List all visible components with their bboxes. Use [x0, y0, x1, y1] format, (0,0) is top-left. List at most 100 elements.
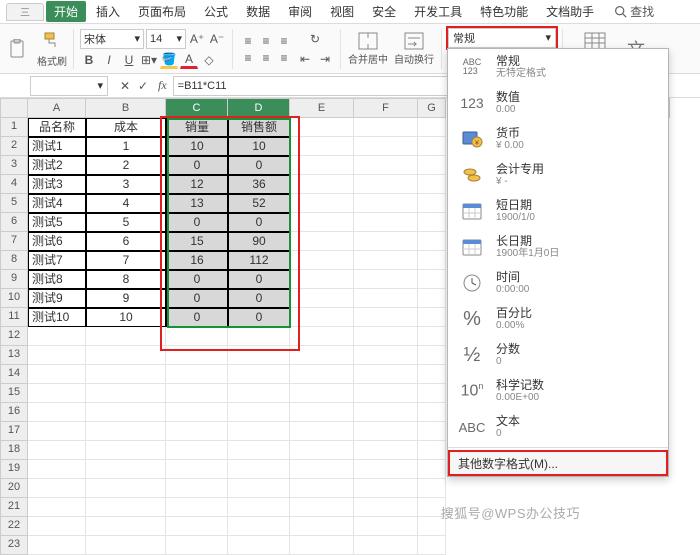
cell[interactable]: 0	[166, 289, 228, 308]
cell[interactable]	[290, 175, 354, 194]
cell[interactable]	[290, 479, 354, 498]
cell[interactable]	[418, 137, 446, 156]
font-color-icon[interactable]: A	[180, 51, 198, 69]
cell[interactable]	[354, 327, 418, 346]
cancel-formula-icon[interactable]: ✕	[116, 77, 134, 95]
cell[interactable]	[166, 479, 228, 498]
row-header[interactable]: 9	[0, 270, 28, 289]
cell[interactable]	[418, 536, 446, 555]
decrease-indent-icon[interactable]: ⇤	[296, 50, 314, 68]
cell[interactable]	[28, 479, 86, 498]
row-header[interactable]: 6	[0, 213, 28, 232]
cell[interactable]	[290, 232, 354, 251]
row-header[interactable]: 12	[0, 327, 28, 346]
row-header[interactable]: 8	[0, 251, 28, 270]
cell[interactable]: 7	[86, 251, 166, 270]
cell[interactable]	[354, 289, 418, 308]
cell[interactable]: 10	[228, 137, 290, 156]
cell[interactable]	[166, 403, 228, 422]
cell[interactable]: 测试6	[28, 232, 86, 251]
row-header[interactable]: 18	[0, 441, 28, 460]
cell[interactable]	[28, 384, 86, 403]
cell[interactable]	[354, 384, 418, 403]
paste-icon[interactable]	[3, 38, 33, 60]
row-header[interactable]: 17	[0, 422, 28, 441]
cell[interactable]: 9	[86, 289, 166, 308]
cell[interactable]	[86, 384, 166, 403]
cell[interactable]	[166, 327, 228, 346]
col-header-F[interactable]: F	[354, 98, 418, 118]
tab-start[interactable]: 开始	[46, 1, 86, 22]
cell[interactable]: 2	[86, 156, 166, 175]
cell[interactable]	[418, 270, 446, 289]
cell[interactable]	[418, 232, 446, 251]
cell[interactable]: 13	[166, 194, 228, 213]
cell[interactable]: 测试9	[28, 289, 86, 308]
cell[interactable]	[228, 346, 290, 365]
row-header[interactable]: 4	[0, 175, 28, 194]
cell[interactable]	[290, 194, 354, 213]
cell[interactable]	[86, 517, 166, 536]
cell[interactable]	[28, 365, 86, 384]
cell[interactable]	[354, 365, 418, 384]
cell[interactable]	[354, 175, 418, 194]
font-name-select[interactable]: 宋体▾	[80, 29, 144, 49]
cell[interactable]	[290, 403, 354, 422]
cell[interactable]: 测试4	[28, 194, 86, 213]
file-tab[interactable]: 三	[6, 3, 44, 21]
cell[interactable]	[28, 346, 86, 365]
cell[interactable]	[28, 517, 86, 536]
tab-view[interactable]: 视图	[322, 1, 362, 22]
cell[interactable]	[354, 517, 418, 536]
number-format-option[interactable]: ABC文本0	[448, 409, 668, 445]
cell[interactable]	[418, 498, 446, 517]
clear-format-icon[interactable]: ◇	[200, 51, 218, 69]
cell[interactable]	[290, 384, 354, 403]
row-header[interactable]: 16	[0, 403, 28, 422]
cell[interactable]: 0	[166, 270, 228, 289]
cell[interactable]: 销售额	[228, 118, 290, 137]
font-size-select[interactable]: 14▾	[146, 29, 186, 49]
cell[interactable]	[28, 536, 86, 555]
cell[interactable]	[86, 441, 166, 460]
number-format-option[interactable]: ABC123常规无特定格式	[448, 49, 668, 85]
cell[interactable]: 测试10	[28, 308, 86, 327]
cell[interactable]	[418, 422, 446, 441]
cell[interactable]: 测试8	[28, 270, 86, 289]
cell[interactable]	[28, 441, 86, 460]
number-format-option[interactable]: %百分比0.00%	[448, 301, 668, 337]
cell[interactable]: 3	[86, 175, 166, 194]
tab-doc-assist[interactable]: 文档助手	[538, 1, 602, 22]
cell[interactable]	[418, 384, 446, 403]
merge-center-button[interactable]: 合并居中	[347, 27, 389, 71]
col-header-D[interactable]: D	[228, 98, 290, 118]
underline-icon[interactable]: U	[120, 51, 138, 69]
cell[interactable]	[228, 403, 290, 422]
cell[interactable]: 0	[228, 156, 290, 175]
tab-review[interactable]: 审阅	[280, 1, 320, 22]
cell[interactable]	[354, 118, 418, 137]
cell[interactable]: 4	[86, 194, 166, 213]
tab-insert[interactable]: 插入	[88, 1, 128, 22]
fill-color-icon[interactable]: 🪣	[160, 51, 178, 69]
row-header[interactable]: 23	[0, 536, 28, 555]
cell[interactable]	[418, 517, 446, 536]
cell[interactable]: 6	[86, 232, 166, 251]
tab-data[interactable]: 数据	[238, 1, 278, 22]
cell[interactable]	[354, 232, 418, 251]
cell[interactable]	[418, 156, 446, 175]
number-format-option[interactable]: 时间0:00:00	[448, 265, 668, 301]
cell[interactable]	[290, 346, 354, 365]
cell[interactable]	[228, 384, 290, 403]
increase-font-icon[interactable]: A⁺	[188, 30, 206, 48]
row-header[interactable]: 7	[0, 232, 28, 251]
cell[interactable]	[290, 327, 354, 346]
number-format-option[interactable]: ½分数0	[448, 337, 668, 373]
format-painter-icon[interactable]	[37, 29, 67, 51]
cell[interactable]	[86, 536, 166, 555]
cell[interactable]: 0	[166, 213, 228, 232]
decrease-font-icon[interactable]: A⁻	[208, 30, 226, 48]
number-format-option[interactable]: 短日期1900/1/0	[448, 193, 668, 229]
cell[interactable]	[418, 175, 446, 194]
cell[interactable]: 测试5	[28, 213, 86, 232]
